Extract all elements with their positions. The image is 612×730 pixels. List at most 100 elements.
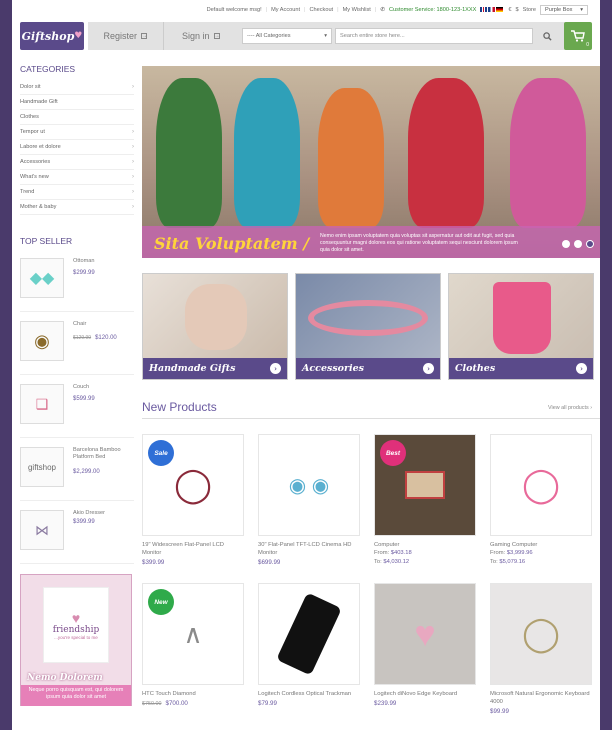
category-item[interactable]: Labore et dolore ›	[20, 140, 134, 155]
product-card[interactable]: ♥ Logitech diNovo Edge Keyboard $239.99	[374, 583, 476, 707]
product-image[interactable]: ∧ New	[142, 583, 244, 685]
flag-de-icon[interactable]	[496, 7, 504, 12]
category-item[interactable]: Mother & baby ›	[20, 200, 134, 215]
top-seller-item[interactable]: giftshop Barcelona Bamboo Platform Bed $…	[20, 441, 134, 501]
from-label: From:	[374, 550, 390, 556]
view-all-products-link[interactable]: View all products ›	[548, 405, 592, 411]
customer-service: Customer Service: 1800-123-1XXX	[389, 7, 477, 13]
slider-dot[interactable]	[562, 240, 570, 248]
top-seller-old-price: $129.99	[73, 335, 92, 341]
top-seller-thumb[interactable]: ◉	[20, 321, 64, 361]
category-item[interactable]: Handmade Gift	[20, 95, 134, 110]
tile-label: Accessories ›	[296, 358, 440, 379]
top-seller-thumb[interactable]: ❑	[20, 384, 64, 424]
top-seller-thumb[interactable]: ⋈	[20, 510, 64, 550]
top-seller-name[interactable]: Akio Dresser	[73, 510, 133, 517]
store-select[interactable]: Purple Box ▾	[540, 5, 588, 15]
product-image[interactable]: ◉ ◉	[258, 434, 360, 536]
category-label: Clothes	[20, 114, 39, 120]
slider-dot[interactable]	[574, 240, 582, 248]
product-card[interactable]: Best Computer From: $403.18 To: $4,030.1…	[374, 434, 476, 567]
top-seller-thumb[interactable]: giftshop	[20, 447, 64, 487]
top-seller-item[interactable]: ◆◆ Ottoman $299.99	[20, 252, 134, 312]
product-image[interactable]: ◯ Sale	[142, 434, 244, 536]
hero-slider[interactable]: Sita Voluptatem / Nemo enim ipsam volupt…	[142, 66, 600, 258]
flag-fr-icon[interactable]	[488, 7, 496, 12]
my-account-link[interactable]: My Account	[271, 7, 300, 13]
category-item[interactable]: Tempor ut ›	[20, 125, 134, 140]
search-input[interactable]: Search entire store here...	[335, 28, 533, 44]
wishlist-link[interactable]: My Wishlist	[343, 7, 371, 13]
product-price-row: $750.00 $700.00	[142, 700, 244, 707]
language-flags[interactable]	[480, 7, 504, 13]
arrow-right-icon[interactable]: ›	[423, 363, 434, 374]
category-item[interactable]: What's new ›	[20, 170, 134, 185]
arrow-right-icon[interactable]: ›	[270, 363, 281, 374]
top-seller-title: TOP SELLER	[20, 236, 73, 246]
price-to: $4,030.12	[383, 559, 410, 565]
bangle-image-icon: ◯	[521, 615, 561, 653]
search-button[interactable]	[536, 28, 558, 44]
flag-uk-icon[interactable]	[480, 7, 488, 12]
product-card[interactable]: ◉ ◉ 30" Flat-Panel TFT-LCD Cinema HD Mon…	[258, 434, 360, 566]
phone-case-image-icon	[276, 592, 342, 676]
top-seller-price: $399.99	[73, 519, 95, 525]
top-seller-item[interactable]: ◉ Chair $129.99 $120.00	[20, 315, 134, 375]
top-seller-item[interactable]: ⋈ Akio Dresser $399.99	[20, 504, 134, 564]
category-label: Handmade Gift	[20, 99, 58, 105]
necklace-image-icon: ◉	[34, 330, 50, 351]
chevron-right-icon: ›	[132, 144, 134, 150]
bow-image-icon: ⋈	[35, 521, 49, 538]
product-name[interactable]: Logitech Cordless Optical Trackman	[258, 690, 360, 698]
category-tile-accessories[interactable]: Accessories ›	[295, 273, 441, 380]
arrow-right-icon[interactable]: ›	[576, 363, 587, 374]
chevron-down-icon: ▾	[324, 33, 327, 39]
checkout-link[interactable]: Checkout	[309, 7, 333, 13]
category-select-value: ---- All Categories	[247, 33, 291, 39]
currency-dollar[interactable]: $	[516, 7, 519, 13]
category-item[interactable]: Clothes	[20, 110, 134, 125]
product-image[interactable]	[258, 583, 360, 685]
doll-image	[318, 88, 384, 228]
product-image[interactable]: ♥	[374, 583, 476, 685]
product-card[interactable]: Logitech Cordless Optical Trackman $79.9…	[258, 583, 360, 707]
product-image[interactable]: Best	[374, 434, 476, 536]
category-item[interactable]: Trend ›	[20, 185, 134, 200]
product-image[interactable]: ◯	[490, 583, 592, 685]
top-seller-name[interactable]: Couch	[73, 384, 133, 391]
cart-button[interactable]: 0	[564, 22, 592, 50]
product-card[interactable]: ∧ New HTC Touch Diamond $750.00 $700.00	[142, 583, 244, 707]
category-item[interactable]: Dolor sit ›	[20, 80, 134, 95]
new-badge: New	[148, 589, 174, 615]
category-select[interactable]: ---- All Categories ▾	[242, 28, 332, 44]
product-image[interactable]: ◯	[490, 434, 592, 536]
register-button[interactable]: Register →	[88, 22, 164, 50]
signin-button[interactable]: Sign in →	[164, 22, 239, 50]
category-tile-clothes[interactable]: Clothes ›	[448, 273, 594, 380]
gift-bag-image	[185, 284, 247, 350]
product-name[interactable]: Gaming Computer	[490, 541, 592, 549]
product-card[interactable]: ◯ Microsoft Natural Ergonomic Keyboard 4…	[490, 583, 592, 715]
category-tile-handmade[interactable]: Handmade Gifts ›	[142, 273, 288, 380]
top-seller-item[interactable]: ❑ Couch $599.99	[20, 378, 134, 438]
promo-banner[interactable]: ♥ friendship ...you're special to me Nem…	[20, 574, 132, 706]
site-logo[interactable]: Giftshop ♥	[20, 22, 84, 50]
product-name[interactable]: Logitech diNovo Edge Keyboard	[374, 690, 476, 698]
product-name[interactable]: Computer	[374, 541, 476, 549]
chevron-right-icon: ›	[132, 129, 134, 135]
product-name[interactable]: Microsoft Natural Ergonomic Keyboard 400…	[490, 690, 592, 706]
slider-dot-active[interactable]	[586, 240, 594, 248]
top-seller-name[interactable]: Barcelona Bamboo Platform Bed	[73, 447, 133, 461]
top-seller-name[interactable]: Chair	[73, 321, 133, 328]
chevron-right-icon: ›	[590, 405, 592, 411]
product-name[interactable]: HTC Touch Diamond	[142, 690, 244, 698]
top-seller-thumb[interactable]: ◆◆	[20, 258, 64, 298]
product-name[interactable]: 19" Widescreen Flat-Panel LCD Monitor	[142, 541, 244, 557]
product-name[interactable]: 30" Flat-Panel TFT-LCD Cinema HD Monitor	[258, 541, 360, 557]
product-card[interactable]: ◯ Gaming Computer From: $3,999.96 To: $5…	[490, 434, 592, 567]
product-card[interactable]: ◯ Sale 19" Widescreen Flat-Panel LCD Mon…	[142, 434, 244, 566]
currency-euro[interactable]: €	[508, 7, 511, 13]
category-item[interactable]: Accessories ›	[20, 155, 134, 170]
top-seller-name[interactable]: Ottoman	[73, 258, 133, 265]
product-price: $399.99	[142, 559, 165, 566]
